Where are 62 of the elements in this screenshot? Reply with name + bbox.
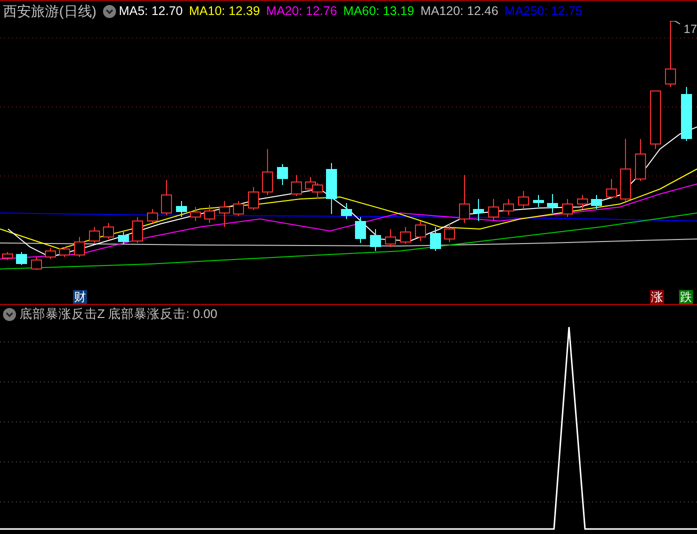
candlestick xyxy=(355,216,366,244)
candlestick xyxy=(204,204,215,224)
candlestick xyxy=(400,226,411,244)
candlestick xyxy=(16,252,27,266)
candlestick xyxy=(577,194,588,210)
candlestick xyxy=(385,228,396,248)
event-tag: 跌 xyxy=(679,290,693,304)
candlestick xyxy=(415,220,426,242)
candlestick xyxy=(326,162,337,214)
candlestick xyxy=(370,228,381,252)
candlestick xyxy=(161,180,172,216)
candlestick xyxy=(103,222,114,240)
candlestick xyxy=(459,174,470,224)
indicator-title: 底部暴涨反击Z xyxy=(19,306,105,324)
candlestick xyxy=(31,256,42,270)
candlestick xyxy=(176,200,187,218)
candlestick xyxy=(635,138,646,182)
indicator-reading: 底部暴涨反击: 0.00 xyxy=(108,306,218,324)
candlestick xyxy=(606,178,617,200)
candlestick xyxy=(132,216,143,244)
candlestick xyxy=(444,224,455,242)
dropdown-icon[interactable] xyxy=(3,308,16,321)
candlestick xyxy=(262,148,273,196)
ma-legend-label: MA5: 12.70 xyxy=(118,2,183,20)
candlestick xyxy=(312,182,323,200)
price-label: 17 xyxy=(684,21,697,38)
candlestick xyxy=(591,194,602,210)
candlestick xyxy=(45,248,56,260)
candlestick xyxy=(488,198,499,222)
ma-legend-label: MA10: 12.39 xyxy=(189,2,260,20)
candlestick xyxy=(233,200,244,216)
candlestick xyxy=(533,194,544,208)
dropdown-icon[interactable] xyxy=(102,4,116,18)
candlestick xyxy=(503,198,514,216)
candlestick xyxy=(547,194,558,214)
candlestick xyxy=(650,90,661,150)
candlestick xyxy=(620,138,631,202)
candlestick xyxy=(2,252,13,260)
candlestick xyxy=(74,236,85,258)
candlestick xyxy=(341,202,352,220)
candlestick xyxy=(89,226,100,244)
candlestick xyxy=(518,190,529,210)
candlestick xyxy=(59,246,70,258)
chart-title: 西安旅游(日线) xyxy=(3,2,96,21)
candlestick xyxy=(665,21,676,88)
candlestick xyxy=(562,198,573,218)
candlestick xyxy=(248,186,259,210)
event-tag: 财 xyxy=(73,290,87,304)
candlestick xyxy=(681,86,692,142)
candlestick xyxy=(147,208,158,224)
candlestick xyxy=(190,206,201,222)
candlestick xyxy=(430,226,441,252)
ma-legend-label: MA250: 12.75 xyxy=(504,2,582,20)
candlestick xyxy=(291,174,302,196)
ma-legend-label: MA60: 13.19 xyxy=(343,2,414,20)
candlestick xyxy=(219,200,230,228)
ma-legend-label: MA120: 12.46 xyxy=(420,2,498,20)
candlestick xyxy=(473,198,484,222)
candlestick xyxy=(118,232,129,244)
candlestick xyxy=(277,164,288,186)
event-tag: 涨 xyxy=(650,290,664,304)
ma-legend-label: MA20: 12.76 xyxy=(266,2,338,20)
